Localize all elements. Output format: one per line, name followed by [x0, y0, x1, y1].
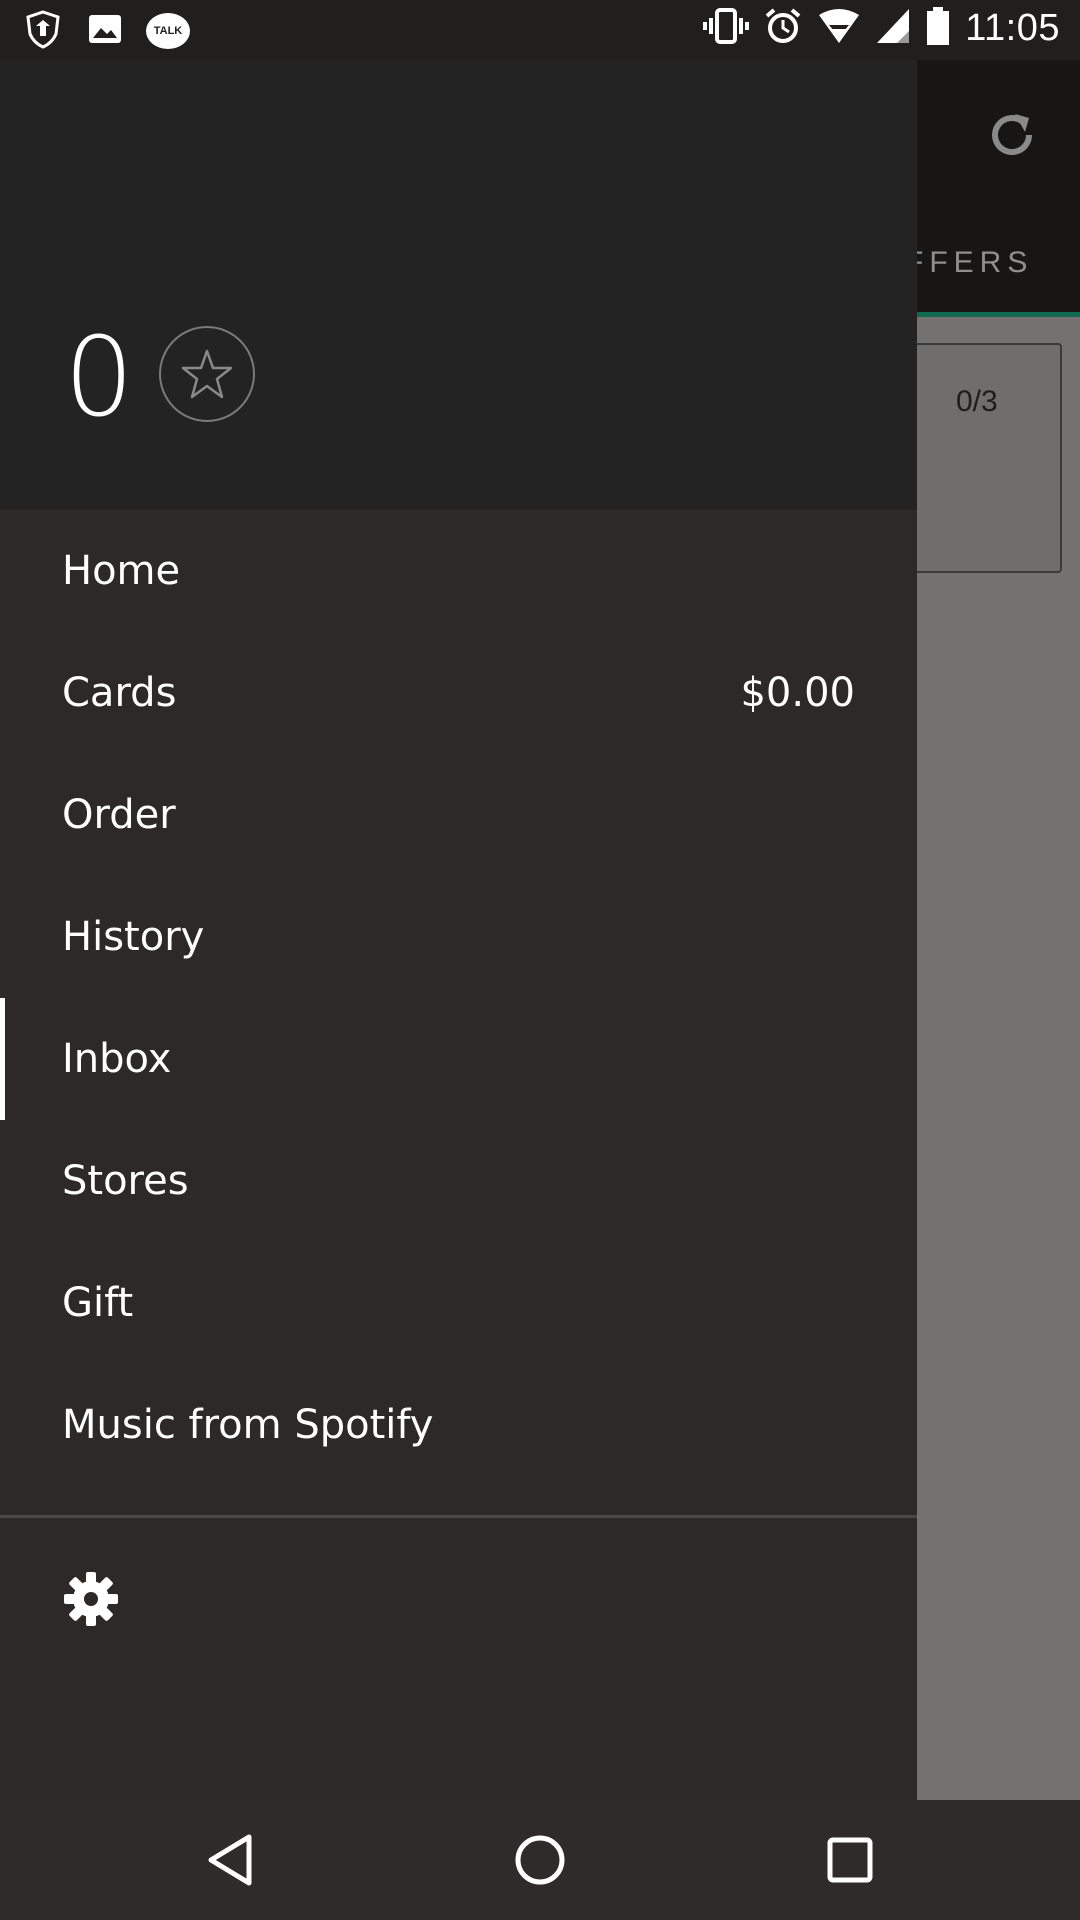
- talk-icon: TALK: [146, 13, 190, 49]
- drawer-divider: [0, 1515, 917, 1518]
- status-time: 11:05: [965, 6, 1060, 49]
- signal-icon: [875, 7, 911, 49]
- menu-item-order[interactable]: Order: [0, 754, 917, 876]
- refresh-icon[interactable]: [985, 108, 1039, 162]
- system-nav-bar: [0, 1800, 1080, 1920]
- menu-item-stores[interactable]: Stores: [0, 1120, 917, 1242]
- wifi-icon: [817, 7, 861, 49]
- home-icon[interactable]: [508, 1828, 572, 1892]
- menu-item-history[interactable]: History: [0, 876, 917, 998]
- back-icon[interactable]: [198, 1828, 262, 1892]
- menu-item-music-from-spotify[interactable]: Music from Spotify: [0, 1364, 917, 1486]
- card-count: 0/3: [956, 385, 998, 418]
- star-icon: [159, 326, 255, 422]
- navigation-drawer: 0 Home Cards $0.00 Order History Inbox S…: [0, 60, 917, 1800]
- menu-item-label: Inbox: [62, 1036, 172, 1082]
- vibrate-icon: [703, 6, 750, 50]
- status-bar: TALK 11:05: [0, 0, 1080, 60]
- menu-item-home[interactable]: Home: [0, 510, 917, 632]
- talk-label: TALK: [153, 25, 183, 37]
- menu-item-label: Stores: [62, 1158, 189, 1204]
- image-icon: [86, 10, 124, 52]
- drawer-header: 0: [0, 60, 917, 510]
- menu-item-label: Gift: [62, 1280, 134, 1326]
- alarm-icon: [763, 6, 803, 50]
- tab-offers[interactable]: FFERS: [905, 246, 1033, 280]
- menu-item-inbox[interactable]: Inbox: [0, 998, 917, 1120]
- menu-item-gift[interactable]: Gift: [0, 1242, 917, 1364]
- menu-item-label: Cards: [62, 670, 177, 716]
- tab-indicator: [900, 312, 1080, 317]
- menu-item-label: Home: [62, 548, 181, 594]
- cards-balance: $0.00: [740, 670, 855, 716]
- shield-icon: [22, 8, 64, 54]
- gear-icon[interactable]: [62, 1570, 120, 1628]
- menu-item-label: Order: [62, 792, 176, 838]
- recents-icon[interactable]: [818, 1828, 882, 1892]
- drawer-menu: Home Cards $0.00 Order History Inbox Sto…: [0, 510, 917, 1486]
- battery-icon: [925, 6, 951, 50]
- menu-item-cards[interactable]: Cards $0.00: [0, 632, 917, 754]
- menu-item-label: History: [62, 914, 205, 960]
- menu-item-label: Music from Spotify: [62, 1402, 434, 1448]
- rewards-count: 0: [64, 313, 134, 441]
